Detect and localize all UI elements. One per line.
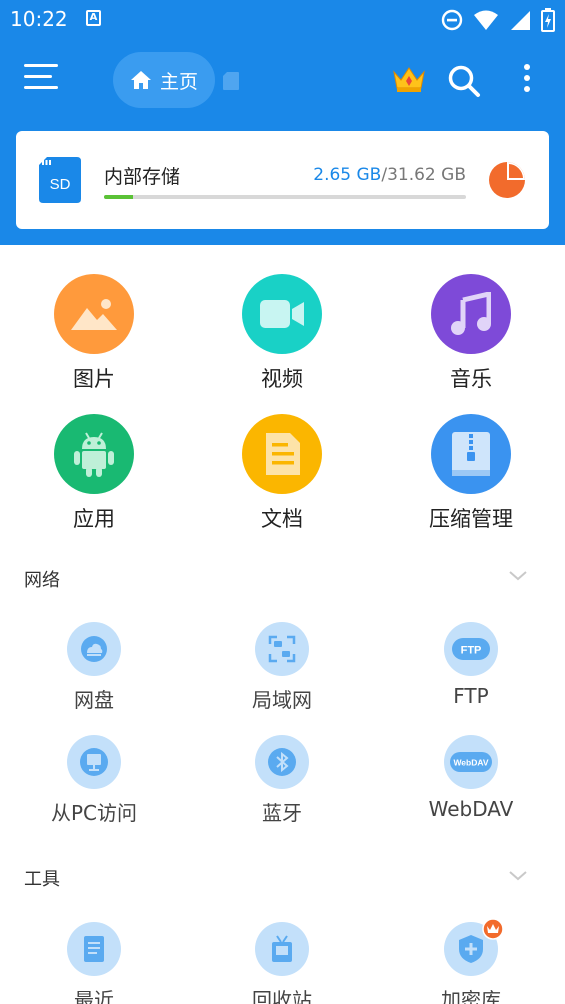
storage-progress-bar xyxy=(104,195,466,199)
ftp-icon: FTP xyxy=(452,638,490,660)
category-images[interactable]: 图片 xyxy=(0,274,188,393)
status-icons xyxy=(441,8,555,32)
sd-card-small-icon[interactable] xyxy=(222,71,240,91)
chevron-down-icon[interactable] xyxy=(509,570,527,582)
category-archives[interactable]: 压缩管理 xyxy=(377,414,565,533)
category-label: 应用 xyxy=(73,507,115,531)
storage-used: 2.65 GB xyxy=(313,165,382,185)
sd-card-icon: SD xyxy=(39,157,81,203)
crown-icon[interactable] xyxy=(392,64,426,94)
more-vertical-icon[interactable] xyxy=(520,64,534,98)
storage-pie-icon[interactable] xyxy=(488,161,526,199)
category-grid: 图片 视频 音乐 应用 文档 压缩管理 xyxy=(0,274,565,534)
vault-icon xyxy=(459,935,483,963)
storage-name: 内部存储 xyxy=(104,166,181,188)
menu-button[interactable] xyxy=(24,64,64,100)
bluetooth-icon xyxy=(268,748,296,776)
home-label: 主页 xyxy=(159,70,198,93)
premium-crown-badge-icon xyxy=(482,918,504,940)
network-grid: 网盘 局域网 FTP FTP 从PC访问 蓝牙 WebDAV WebDAV xyxy=(0,622,565,832)
network-item-cloud[interactable]: 网盘 xyxy=(0,622,188,713)
category-documents[interactable]: 文档 xyxy=(188,414,376,533)
network-label: WebDAV xyxy=(428,797,514,821)
network-label: 从PC访问 xyxy=(50,801,138,825)
network-label: 局域网 xyxy=(252,688,312,712)
wifi-icon xyxy=(474,10,498,30)
category-label: 视频 xyxy=(261,367,303,391)
network-label: FTP xyxy=(453,684,489,708)
notification-a-icon: A xyxy=(86,10,101,26)
tool-label: 加密库 xyxy=(441,988,501,1004)
dnd-icon xyxy=(441,9,463,31)
tools-grid: 最近 回收站 加密库 xyxy=(0,918,565,1004)
hamburger-icon xyxy=(24,64,58,67)
category-videos[interactable]: 视频 xyxy=(188,274,376,393)
cloud-icon xyxy=(81,636,107,662)
tools-section-title: 工具 xyxy=(24,869,60,890)
category-label: 压缩管理 xyxy=(429,507,513,531)
recent-icon xyxy=(84,936,104,962)
tool-label: 回收站 xyxy=(252,988,312,1004)
storage-progress-fill xyxy=(104,195,133,199)
internal-storage-card[interactable]: SD 内部存储 2.65 GB/31.62 GB xyxy=(16,131,549,229)
network-section-title: 网络 xyxy=(24,570,60,591)
home-tab[interactable]: 主页 xyxy=(113,52,215,108)
category-label: 音乐 xyxy=(450,367,492,391)
lan-icon xyxy=(268,635,296,663)
webdav-icon: WebDAV xyxy=(450,752,492,772)
category-label: 文档 xyxy=(261,507,303,531)
app-bar: 主页 SD 内部存储 2.65 GB/31.62 GB xyxy=(0,38,565,245)
signal-icon xyxy=(511,11,530,30)
recycle-bin-icon xyxy=(272,935,292,962)
category-label: 图片 xyxy=(73,367,115,391)
battery-icon xyxy=(541,8,555,32)
network-label: 蓝牙 xyxy=(262,801,302,825)
svg-text:FTP: FTP xyxy=(461,645,482,657)
category-apps[interactable]: 应用 xyxy=(0,414,188,533)
document-icon xyxy=(266,433,300,475)
category-music[interactable]: 音乐 xyxy=(377,274,565,393)
tool-item-vault[interactable]: 加密库 xyxy=(377,918,565,1004)
archive-icon xyxy=(452,432,490,476)
image-icon xyxy=(71,299,117,330)
tool-item-recycle-bin[interactable]: 回收站 xyxy=(188,922,376,1004)
storage-total: 31.62 GB xyxy=(387,165,466,185)
tool-label: 最近 xyxy=(74,988,114,1004)
network-item-bluetooth[interactable]: 蓝牙 xyxy=(188,735,376,826)
svg-text:WebDAV: WebDAV xyxy=(453,758,488,768)
network-item-webdav[interactable]: WebDAV WebDAV xyxy=(377,735,565,821)
android-icon xyxy=(74,432,114,477)
storage-usage: 2.65 GB/31.62 GB xyxy=(313,165,466,185)
chevron-down-icon[interactable] xyxy=(509,870,527,882)
svg-text:SD: SD xyxy=(50,176,71,193)
video-icon xyxy=(260,300,304,328)
home-icon xyxy=(130,71,151,89)
network-item-lan[interactable]: 局域网 xyxy=(188,622,376,713)
status-time: 10:22 xyxy=(10,7,68,31)
search-icon[interactable] xyxy=(447,64,481,98)
network-item-pc[interactable]: 从PC访问 xyxy=(0,735,188,826)
network-label: 网盘 xyxy=(74,688,114,712)
status-bar: 10:22 A xyxy=(0,0,565,38)
network-item-ftp[interactable]: FTP FTP xyxy=(377,622,565,708)
pc-icon xyxy=(80,748,108,776)
music-icon xyxy=(451,292,491,335)
tool-item-recent[interactable]: 最近 xyxy=(0,922,188,1004)
